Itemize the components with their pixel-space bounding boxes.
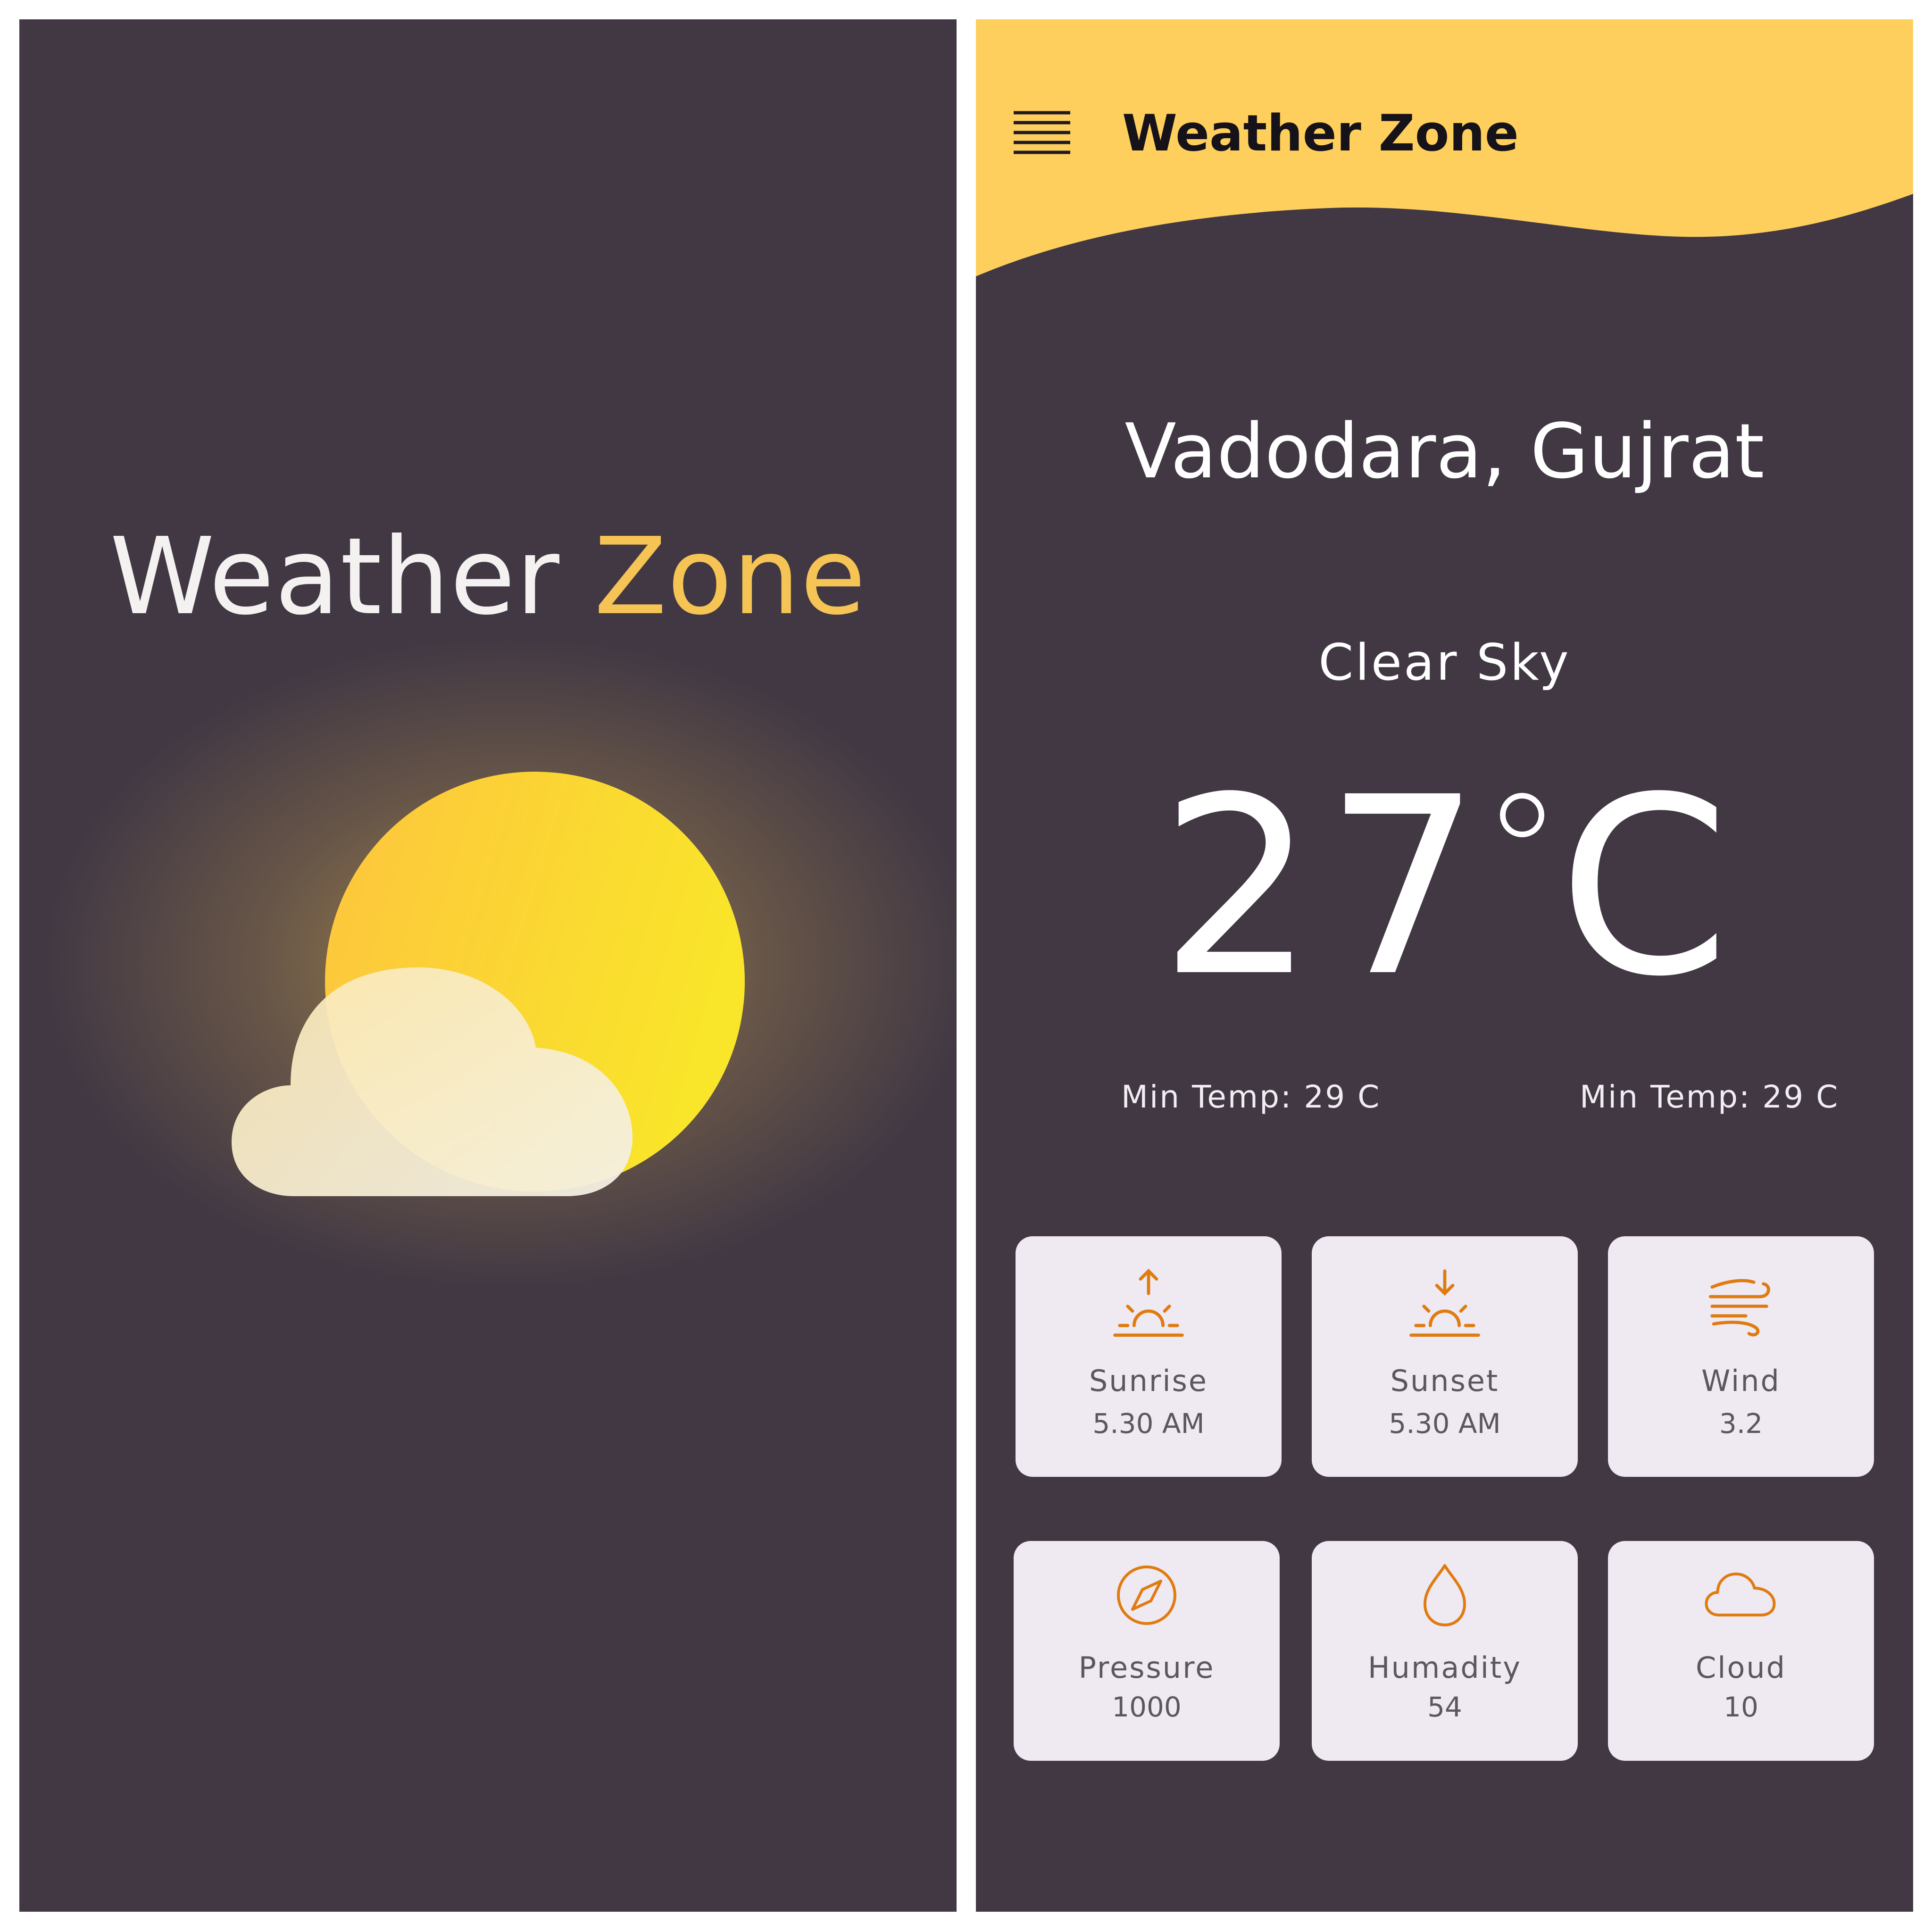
app-title: Weather Zone (1122, 104, 1519, 162)
stat-label: Sunrise (1089, 1364, 1208, 1398)
stat-card-cloud[interactable]: Cloud 10 (1608, 1541, 1874, 1761)
max-temp-label: Min Temp: 29 C (1580, 1079, 1840, 1115)
droplet-icon (1312, 1560, 1578, 1640)
stat-card-pressure[interactable]: Pressure 1000 (1014, 1541, 1280, 1761)
home-screen: Weather Zone Vadodara, Gujrat Clear Sky … (976, 19, 1913, 1912)
current-temperature: 27 C (976, 755, 1913, 1019)
temperature-value: 27 (1159, 744, 1491, 1030)
stat-value: 3.2 (1719, 1407, 1763, 1440)
sunrise-icon (1016, 1265, 1282, 1345)
splash-screen: Weather Zone (19, 19, 957, 1912)
hamburger-menu-icon[interactable] (1009, 104, 1075, 161)
stat-label: Sunset (1390, 1364, 1499, 1398)
stat-value: 10 (1724, 1691, 1758, 1723)
stat-card-sunrise[interactable]: Sunrise 5.30 AM (1016, 1236, 1282, 1477)
splash-title-zone: Zone (594, 515, 866, 639)
stat-label: Cloud (1695, 1650, 1787, 1685)
stat-value: 5.30 AM (1092, 1407, 1205, 1440)
stat-card-humidity[interactable]: Humadity 54 (1312, 1541, 1578, 1761)
min-temp-label: Min Temp: 29 C (1121, 1079, 1381, 1115)
stat-card-sunset[interactable]: Sunset 5.30 AM (1312, 1236, 1578, 1477)
stat-label: Wind (1701, 1364, 1781, 1398)
location-name: Vadodara, Gujrat (1124, 407, 1765, 495)
stat-value: 5.30 AM (1389, 1407, 1501, 1440)
stat-label: Humadity (1368, 1650, 1522, 1685)
sunset-icon (1312, 1265, 1578, 1345)
stat-label: Pressure (1078, 1650, 1215, 1685)
temperature-unit: C (1558, 744, 1730, 1030)
stat-card-wind[interactable]: Wind 3.2 (1608, 1236, 1874, 1477)
stat-value: 1000 (1112, 1691, 1182, 1723)
cloud-icon (1608, 1560, 1874, 1640)
weather-condition: Clear Sky (1318, 633, 1571, 691)
sun-behind-cloud-icon (232, 772, 745, 1196)
stat-value: 54 (1427, 1691, 1462, 1723)
wind-icon (1608, 1265, 1874, 1345)
splash-title-weather: Weather (109, 515, 594, 639)
splash-title: Weather Zone (19, 524, 957, 630)
degree-symbol (1499, 793, 1544, 837)
compass-icon (1014, 1560, 1280, 1640)
